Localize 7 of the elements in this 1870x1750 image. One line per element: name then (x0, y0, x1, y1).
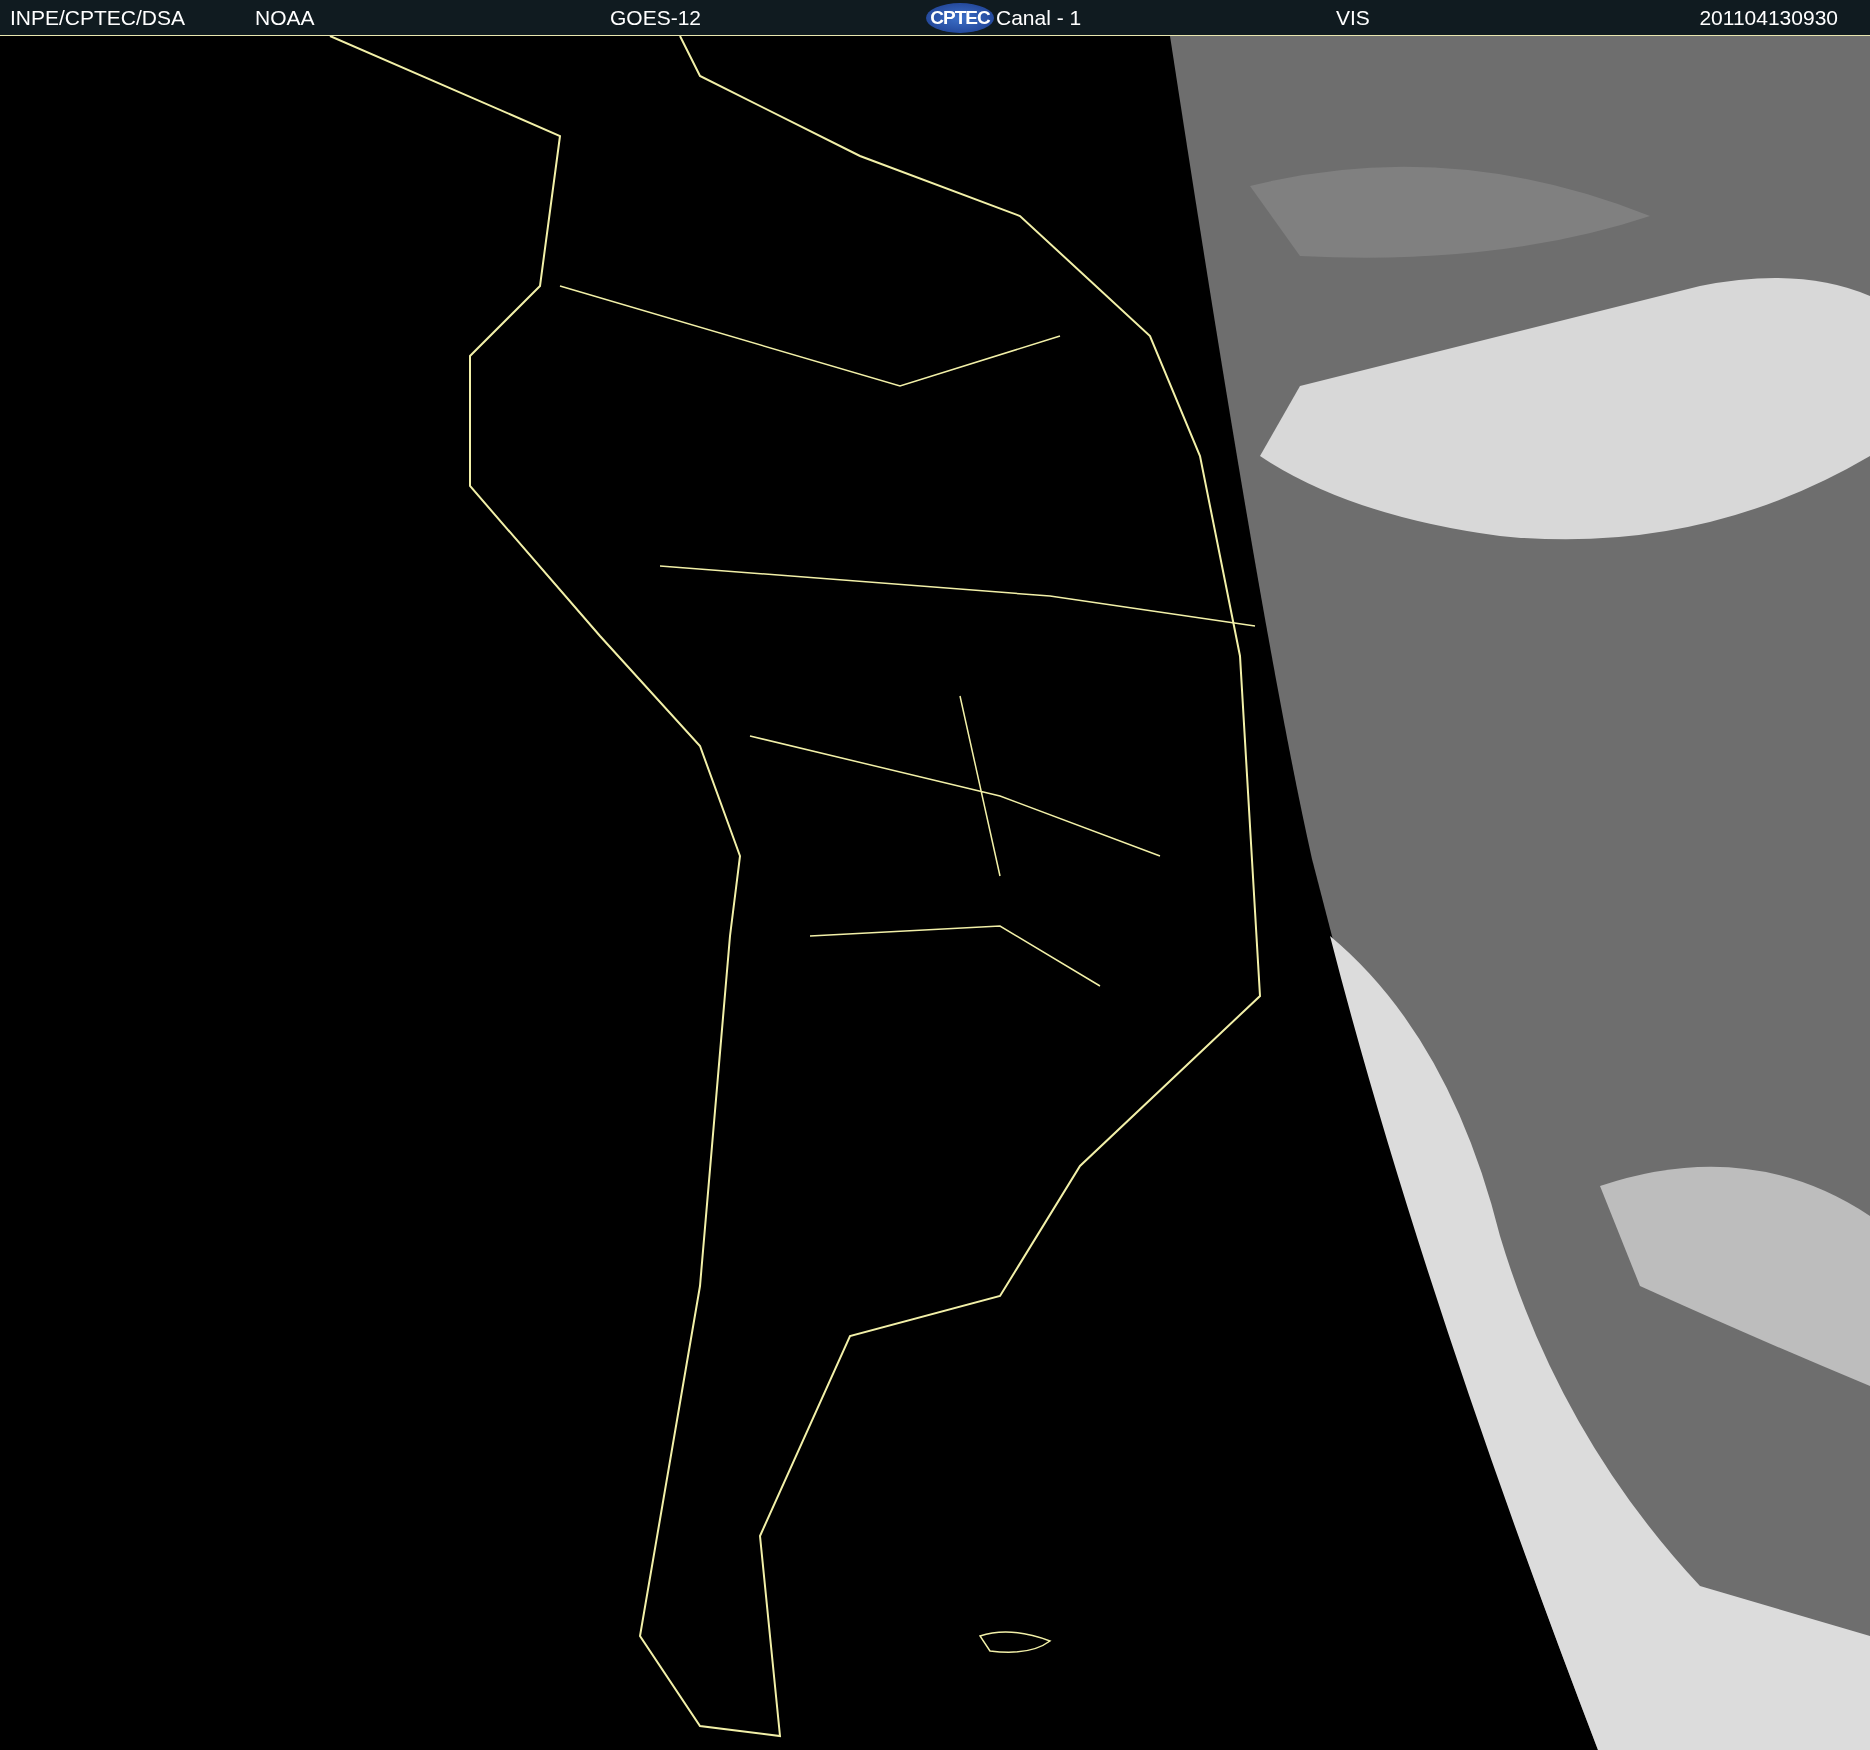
timestamp: 201104130930 (1699, 5, 1839, 30)
satellite-label: GOES-12 (610, 5, 703, 30)
band-label: VIS (1336, 5, 1371, 30)
logo: CPTEC (926, 2, 994, 33)
channel-label: Canal - 1 (996, 5, 1083, 30)
source-label: INPE/CPTEC/DSA (10, 5, 187, 30)
agency-label: NOAA (255, 5, 316, 30)
